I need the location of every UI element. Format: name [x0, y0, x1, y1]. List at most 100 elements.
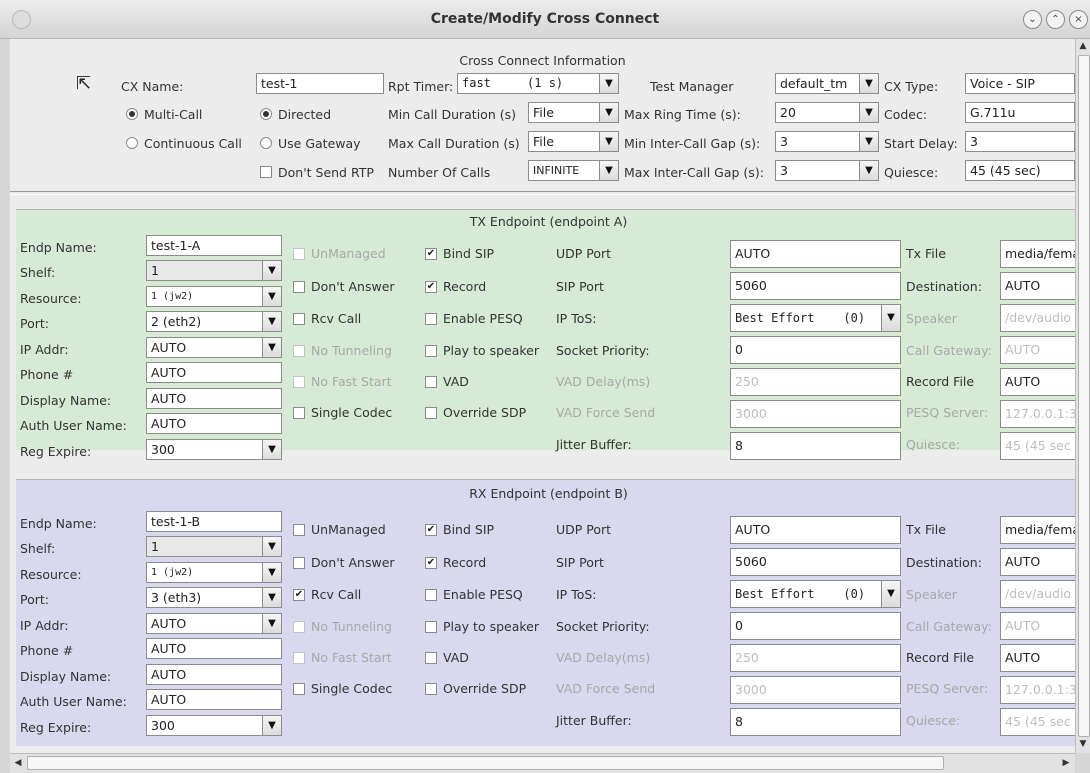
rcv-call-checkbox[interactable]: ✔ [293, 589, 305, 601]
record-checkbox[interactable]: ✔ [425, 557, 437, 569]
unmanaged-checkbox[interactable] [293, 524, 305, 536]
number-of-calls-select[interactable]: INFINITE [528, 160, 600, 181]
cx-name-input[interactable]: test-1 [256, 73, 384, 94]
shelf-select[interactable]: 1 [146, 260, 263, 281]
sip-port-input[interactable]: 5060 [730, 272, 901, 300]
dont-send-rtp-checkbox[interactable] [260, 166, 272, 178]
chevron-down-icon[interactable]: ▼ [263, 536, 282, 557]
override-sdp-checkbox[interactable] [425, 407, 437, 419]
auth-user-name-input[interactable]: AUTO [146, 413, 282, 434]
record-checkbox[interactable]: ✔ [425, 281, 437, 293]
chevron-down-icon[interactable]: ▼ [263, 715, 282, 736]
phone-input[interactable]: AUTO [146, 638, 282, 659]
enable-pesq-checkbox[interactable] [425, 313, 437, 325]
horizontal-scroll-thumb[interactable] [27, 756, 944, 770]
call-gateway-input[interactable]: AUTO [1000, 612, 1075, 640]
multi-call-radio[interactable] [126, 108, 138, 120]
pesq-server-input[interactable]: 127.0.0.1:3 [1000, 676, 1075, 704]
dont-answer-checkbox[interactable] [293, 557, 305, 569]
bind-sip-checkbox[interactable]: ✔ [425, 248, 437, 260]
chevron-down-icon[interactable]: ▼ [860, 102, 879, 123]
jitter-buffer-input[interactable]: 8 [730, 708, 901, 736]
call-gateway-input[interactable]: AUTO [1000, 336, 1075, 364]
chevron-down-icon[interactable]: ▼ [882, 304, 901, 332]
max-call-duration-select[interactable]: File [528, 131, 600, 152]
chevron-down-icon[interactable]: ▼ [263, 439, 282, 460]
record-file-input[interactable]: AUTO [1000, 368, 1075, 396]
speaker-input[interactable]: /dev/audio [1000, 304, 1075, 332]
scroll-left-icon[interactable]: ◀ [11, 756, 25, 770]
single-codec-checkbox[interactable] [293, 683, 305, 695]
chevron-down-icon[interactable]: ▼ [263, 260, 282, 281]
bind-sip-checkbox[interactable]: ✔ [425, 524, 437, 536]
chevron-down-icon[interactable]: ▼ [600, 131, 619, 152]
record-file-input[interactable]: AUTO [1000, 644, 1075, 672]
scroll-up-icon[interactable]: ▲ [1076, 39, 1090, 53]
port-select[interactable]: 2 (eth2) [146, 311, 263, 332]
chevron-down-icon[interactable]: ▼ [860, 73, 879, 94]
port-select[interactable]: 3 (eth3) [146, 587, 263, 608]
enable-pesq-checkbox[interactable] [425, 589, 437, 601]
display-name-input[interactable]: AUTO [146, 664, 282, 685]
destination-input[interactable]: AUTO [1000, 548, 1075, 576]
horizontal-scrollbar[interactable]: ◀ ▶ [10, 753, 1075, 773]
rpt-timer-select[interactable]: fast (1 s) [457, 73, 600, 94]
speaker-input[interactable]: /dev/audio [1000, 580, 1075, 608]
cx-type-select[interactable]: Voice - SIP [965, 73, 1075, 94]
socket-priority-input[interactable]: 0 [730, 612, 901, 640]
phone-input[interactable]: AUTO [146, 362, 282, 383]
ip-tos-select[interactable]: Best Effort (0) [730, 580, 882, 608]
no-fast-start-checkbox[interactable] [293, 376, 305, 388]
chevron-down-icon[interactable]: ▼ [882, 580, 901, 608]
min-inter-call-gap-select[interactable]: 3 [775, 131, 860, 152]
display-name-input[interactable]: AUTO [146, 388, 282, 409]
unmanaged-checkbox[interactable] [293, 248, 305, 260]
single-codec-checkbox[interactable] [293, 407, 305, 419]
resource-select[interactable]: 1 (jw2) [146, 562, 263, 583]
tx-file-input[interactable]: media/fema [1000, 516, 1075, 544]
ip-addr-select[interactable]: AUTO [146, 613, 263, 634]
udp-port-input[interactable]: AUTO [730, 240, 901, 268]
vad-checkbox[interactable] [425, 652, 437, 664]
reg-expire-select[interactable]: 300 [146, 439, 263, 460]
vad-delay-input[interactable]: 250 [730, 368, 901, 396]
chevron-down-icon[interactable]: ▼ [860, 131, 879, 152]
continuous-call-radio[interactable] [126, 137, 138, 149]
chevron-down-icon[interactable]: ▼ [263, 562, 282, 583]
vad-checkbox[interactable] [425, 376, 437, 388]
quiesce-select[interactable]: 45 (45 sec) [965, 160, 1075, 181]
play-to-speaker-checkbox[interactable] [425, 621, 437, 633]
tx-file-input[interactable]: media/fema [1000, 240, 1075, 268]
max-ring-time-select[interactable]: 20 [775, 102, 860, 123]
chevron-down-icon[interactable]: ▼ [263, 311, 282, 332]
chevron-down-icon[interactable]: ▼ [600, 73, 619, 94]
quiesce-input[interactable]: 45 (45 sec [1000, 708, 1075, 736]
ip-tos-select[interactable]: Best Effort (0) [730, 304, 882, 332]
chevron-down-icon[interactable]: ▼ [263, 587, 282, 608]
scroll-right-icon[interactable]: ▶ [1059, 756, 1073, 770]
endp-name-input[interactable]: test-1-A [146, 235, 282, 256]
dont-answer-checkbox[interactable] [293, 281, 305, 293]
rcv-call-checkbox[interactable] [293, 313, 305, 325]
no-tunneling-checkbox[interactable] [293, 621, 305, 633]
vertical-scroll-thumb[interactable] [1078, 55, 1090, 737]
vad-force-send-input[interactable]: 3000 [730, 676, 901, 704]
use-gateway-radio[interactable] [260, 137, 272, 149]
destination-input[interactable]: AUTO [1000, 272, 1075, 300]
directed-radio[interactable] [260, 108, 272, 120]
close-icon[interactable]: × [1069, 10, 1088, 29]
chevron-down-icon[interactable]: ▼ [263, 337, 282, 358]
vertical-scrollbar[interactable]: ▲ ▼ [1075, 39, 1090, 753]
scroll-down-icon[interactable]: ▼ [1076, 737, 1090, 751]
max-inter-call-gap-select[interactable]: 3 [775, 160, 860, 181]
auth-user-name-input[interactable]: AUTO [146, 689, 282, 710]
codec-select[interactable]: G.711u [965, 102, 1075, 123]
start-delay-input[interactable]: 3 [965, 131, 1075, 152]
endp-name-input[interactable]: test-1-B [146, 511, 282, 532]
test-manager-select[interactable]: default_tm [775, 73, 860, 94]
resource-select[interactable]: 1 (jw2) [146, 286, 263, 307]
udp-port-input[interactable]: AUTO [730, 516, 901, 544]
chevron-down-icon[interactable]: ▼ [860, 160, 879, 181]
play-to-speaker-checkbox[interactable] [425, 345, 437, 357]
chevron-down-icon[interactable]: ▼ [263, 613, 282, 634]
